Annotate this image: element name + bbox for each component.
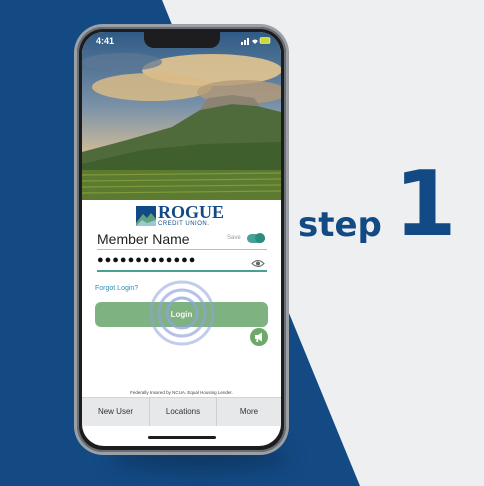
- ncua-disclaimer: Federally Insured by NCUA. Equal Housing…: [130, 390, 233, 395]
- logo-mountain-icon: [136, 206, 156, 226]
- username-row: Member Name Save: [97, 231, 269, 249]
- bottom-tab-bar: New User Locations More: [82, 397, 281, 426]
- announcement-megaphone-icon[interactable]: [250, 328, 268, 346]
- password-input[interactable]: ●●●●●●●●●●●●●: [97, 251, 247, 269]
- tab-more[interactable]: More: [217, 398, 281, 426]
- username-input[interactable]: Member Name: [97, 231, 190, 247]
- forgot-login-link[interactable]: Forgot Login?: [95, 285, 138, 292]
- step-label: step: [298, 205, 382, 245]
- tap-ripple-indicator: [149, 280, 215, 346]
- tab-new-user[interactable]: New User: [82, 398, 149, 426]
- home-indicator: [148, 436, 216, 439]
- signal-wifi-battery-icon: [241, 37, 271, 45]
- status-bar: 4:41: [82, 32, 281, 50]
- status-time: 4:41: [96, 36, 115, 46]
- rogue-credit-union-logo: ROGUE CREDIT UNION.: [136, 202, 232, 230]
- phone-notch: [144, 32, 220, 48]
- phone-screen: 4:41 ROGUE CREDIT UNION. Member Name Sav…: [82, 32, 281, 446]
- step-number: 1: [394, 152, 457, 257]
- logo-subtitle: CREDIT UNION.: [158, 221, 210, 227]
- landscape-photo: [82, 32, 281, 200]
- tab-locations[interactable]: Locations: [150, 398, 216, 426]
- save-username-label: Save: [227, 235, 241, 241]
- phone-device: 4:41 ROGUE CREDIT UNION. Member Name Sav…: [77, 27, 286, 452]
- username-underline: [97, 249, 267, 250]
- logo-wordmark: ROGUE: [158, 202, 225, 222]
- status-icons: [241, 36, 271, 47]
- toggle-knob: [255, 233, 265, 243]
- save-username-toggle[interactable]: [247, 233, 265, 243]
- password-underline: [97, 270, 267, 272]
